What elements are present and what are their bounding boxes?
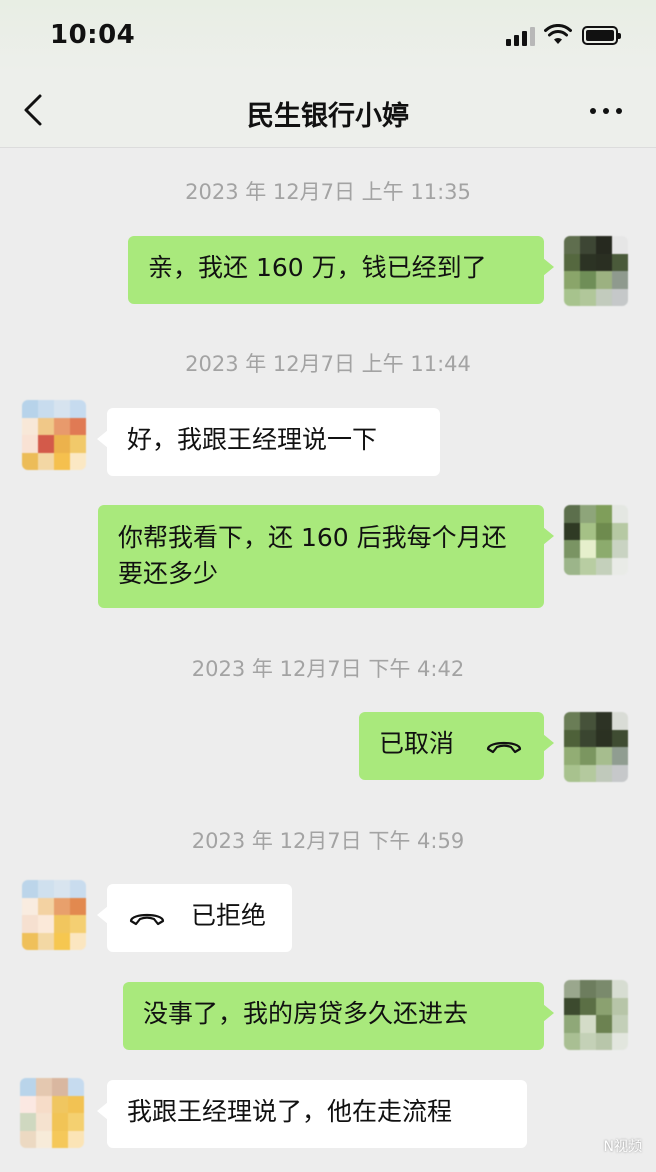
message-timestamp: 2023 年 12月7日 下午 4:59: [191, 829, 465, 853]
call-status-text: 已取消: [379, 729, 455, 758]
outgoing-message-bubble[interactable]: 没事了，我的房贷多久还进去: [123, 982, 554, 1050]
message-timestamp: 2023 年 12月7日 上午 11:35: [185, 180, 471, 204]
status-bar: 10:04: [0, 0, 656, 72]
incoming-call-bubble[interactable]: 已拒绝: [97, 884, 292, 952]
more-options-icon[interactable]: [588, 106, 624, 116]
chat-header: 民生银行小婷: [0, 72, 656, 148]
outgoing-message-bubble[interactable]: 亲，我还 160 万，钱已经到了: [128, 236, 554, 304]
phone-hangup-icon: [486, 741, 522, 754]
contact-avatar[interactable]: [22, 400, 86, 470]
message-text: 好，我跟王经理说一下: [127, 425, 378, 454]
message-timestamp: 2023 年 12月7日 上午 11:44: [185, 352, 471, 376]
message-text: 你帮我看下，还 160 后我每个月还要还多少: [118, 523, 507, 588]
incoming-message-bubble[interactable]: 我跟王经理说了，他在走流程: [97, 1080, 527, 1148]
message-text: 没事了，我的房贷多久还进去: [143, 999, 469, 1028]
cellular-signal-icon: [506, 26, 536, 46]
my-avatar[interactable]: [564, 712, 628, 782]
phone-hangup-icon: [129, 913, 165, 926]
my-avatar[interactable]: [564, 236, 628, 306]
message-timestamp: 2023 年 12月7日 下午 4:42: [191, 657, 465, 681]
message-text: 我跟王经理说了，他在走流程: [127, 1097, 453, 1126]
my-avatar[interactable]: [564, 980, 628, 1050]
my-avatar[interactable]: [564, 505, 628, 575]
message-text: 亲，我还 160 万，钱已经到了: [148, 253, 487, 282]
chat-title: 民生银行小婷: [247, 101, 409, 132]
battery-icon: [582, 26, 621, 45]
video-watermark: N视频: [603, 1139, 642, 1155]
status-time: 10:04: [50, 20, 136, 50]
incoming-message-bubble[interactable]: 好，我跟王经理说一下: [97, 408, 440, 476]
contact-avatar[interactable]: [20, 1078, 84, 1148]
outgoing-call-bubble[interactable]: 已取消: [359, 712, 554, 780]
wifi-icon: [544, 24, 572, 44]
contact-avatar[interactable]: [22, 880, 86, 950]
outgoing-message-bubble[interactable]: 你帮我看下，还 160 后我每个月还要还多少: [98, 505, 554, 608]
call-status-text: 已拒绝: [190, 901, 266, 930]
